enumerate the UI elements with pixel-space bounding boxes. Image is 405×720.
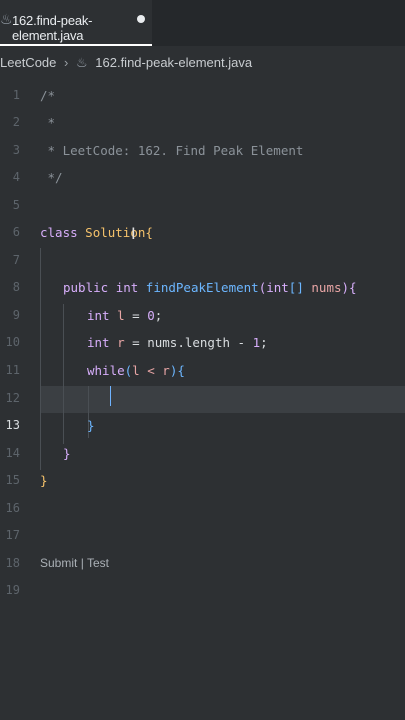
indent-guide: [63, 304, 64, 444]
chevron-right-icon: ›: [64, 55, 69, 71]
line-number: 12: [5, 391, 20, 405]
tab-editor-file[interactable]: ♨ 162.find-peak-element.java: [0, 0, 152, 46]
line-number: 16: [5, 501, 20, 515]
code-line-close-method: }: [63, 446, 71, 461]
code-line-close-while: }: [87, 418, 95, 433]
keyword: int: [115, 280, 139, 295]
code-line-int-l: int l = 0;: [87, 308, 162, 323]
keyword: while: [87, 363, 125, 378]
paren: ): [341, 280, 350, 295]
number: 1: [252, 335, 261, 350]
code-line-comment: *: [40, 115, 56, 130]
brace: {: [177, 363, 185, 378]
line-number: 11: [5, 363, 20, 377]
unsaved-dot-icon[interactable]: [137, 15, 145, 23]
condition: l < r: [132, 363, 170, 378]
keyword: public: [63, 280, 109, 295]
line-number: 7: [12, 253, 20, 267]
code-line-int-r: int r = nums.length - 1;: [87, 335, 268, 350]
operator: =: [124, 335, 148, 350]
breadcrumb-root[interactable]: LeetCode: [0, 55, 56, 70]
expression: nums.length -: [147, 335, 253, 350]
indent-guide: [40, 248, 41, 470]
line-number: 9: [12, 308, 20, 322]
text-caret: [110, 386, 111, 406]
current-line-highlight: [40, 386, 405, 413]
ibeam-cursor-icon: I: [131, 224, 136, 243]
line-number: 14: [5, 446, 20, 460]
keyword: int: [87, 335, 110, 350]
line-number: 17: [5, 528, 20, 542]
line-number: 15: [5, 473, 20, 487]
tab-bar: ♨ 162.find-peak-element.java: [0, 0, 405, 46]
line-number: 8: [12, 280, 20, 294]
class-name: Solution: [85, 225, 146, 240]
variable: l: [117, 308, 125, 323]
semicolon: ;: [260, 335, 268, 350]
keyword: class: [40, 225, 78, 240]
line-number: 1: [12, 88, 20, 102]
line-number: 3: [12, 143, 20, 157]
line-number: 5: [12, 198, 20, 212]
code-line-comment: /*: [40, 88, 56, 103]
code-line-comment: * LeetCode: 162. Find Peak Element: [40, 143, 304, 158]
java-file-icon: ♨: [0, 12, 13, 28]
java-file-icon: ♨: [75, 54, 88, 70]
codelens-separator: |: [77, 556, 87, 570]
method-name: findPeakElement: [145, 280, 259, 295]
operator: =: [124, 308, 148, 323]
line-number: 2: [12, 115, 20, 129]
breadcrumb: LeetCode › ♨ 162.find-peak-element.java: [0, 54, 252, 76]
code-line-comment: */: [40, 170, 63, 185]
brackets: []: [288, 280, 304, 295]
breadcrumb-file[interactable]: 162.find-peak-element.java: [95, 55, 252, 70]
param-name: nums: [311, 280, 342, 295]
keyword: int: [87, 308, 110, 323]
variable: r: [117, 335, 125, 350]
line-number: 10: [5, 335, 20, 349]
codelens: Submit | Test: [40, 556, 109, 570]
line-number: 19: [5, 583, 20, 597]
code-line-class: class Solution{: [40, 225, 153, 240]
semicolon: ;: [154, 308, 163, 323]
code-editor[interactable]: 1 2 3 4 5 6 7 8 9 10 11 12 13 14 15 16 1…: [0, 80, 405, 720]
line-number: 18: [5, 556, 20, 570]
line-number: 6: [12, 225, 20, 239]
brace: {: [145, 225, 153, 240]
line-number: 4: [12, 170, 20, 184]
test-link[interactable]: Test: [87, 556, 109, 570]
code-line-while: while(l < r){: [87, 363, 185, 378]
code-line-method: public int findPeakElement(int[] nums){: [63, 280, 357, 295]
keyword: int: [266, 280, 289, 295]
brace: {: [349, 280, 357, 295]
line-number-active: 13: [5, 418, 20, 432]
number: 0: [147, 308, 155, 323]
code-line-close-class: }: [40, 473, 48, 488]
submit-link[interactable]: Submit: [40, 556, 77, 570]
tab-title[interactable]: 162.find-peak-element.java: [12, 13, 152, 43]
